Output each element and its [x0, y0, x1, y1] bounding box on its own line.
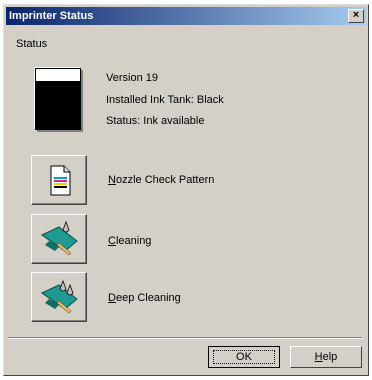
nozzle-check-label: Nozzle Check Pattern	[108, 174, 214, 186]
installed-tank-text: Installed Ink Tank: Black	[106, 94, 224, 106]
cleaning-mnemonic: C	[108, 235, 116, 247]
deep-cleaning-icon	[41, 279, 78, 314]
version-text: Version 19	[106, 72, 158, 84]
help-mnemonic: H	[314, 351, 323, 363]
cleaning-button[interactable]	[31, 214, 87, 264]
nozzle-check-pattern-icon	[50, 165, 71, 196]
nozzle-label-rest: ozzle Check Pattern	[115, 174, 215, 186]
cleaning-label: Cleaning	[108, 235, 151, 247]
status-group-label: Status	[16, 38, 48, 50]
close-button[interactable]: ×	[348, 9, 364, 23]
deep-mnemonic: D	[108, 292, 116, 304]
ok-label: OK	[236, 351, 252, 363]
deep-cleaning-button[interactable]	[31, 272, 87, 322]
cleaning-icon	[41, 221, 78, 256]
cleaning-label-rest: leaning	[115, 235, 152, 247]
close-icon: ×	[352, 9, 360, 21]
ok-button[interactable]: OK	[208, 346, 280, 368]
title-bar: Imprinter Status ×	[6, 7, 366, 25]
nozzle-mnemonic: N	[108, 174, 116, 186]
help-button[interactable]: Help	[290, 346, 362, 368]
help-label-rest: elp	[322, 351, 338, 363]
black-ink-tank-icon	[35, 68, 81, 130]
separator-line	[8, 337, 362, 339]
nozzle-check-button[interactable]	[31, 155, 87, 205]
deep-cleaning-label: Deep Cleaning	[108, 292, 181, 304]
deep-label-rest: eep Cleaning	[115, 292, 181, 304]
window-title: Imprinter Status	[9, 10, 94, 22]
ink-status-text: Status: Ink available	[106, 115, 205, 127]
